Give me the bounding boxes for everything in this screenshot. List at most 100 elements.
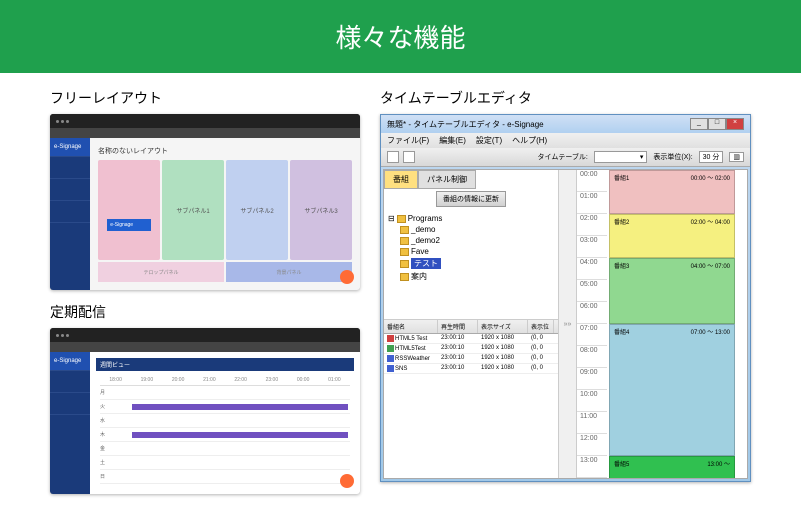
table-row[interactable]: HTML5Test23:00:101920 x 1080(0, 0: [384, 344, 558, 354]
hour-label: 01:00: [319, 375, 350, 385]
sidebar-item[interactable]: [50, 157, 90, 179]
timeline-block[interactable]: 番組100:00 ～ 02:00: [609, 170, 735, 214]
toolbar: タイムテーブル: ▾ 表示単位(X): 30 分 ▥: [381, 148, 750, 167]
layout-editor: 名称のないレイアウト e-Signage サブパネル1 サブパネル2 サブパネル…: [90, 138, 360, 290]
time-label: 06:00: [577, 302, 607, 324]
hour-label: 19:00: [131, 375, 162, 385]
window-title: 無題* - タイムテーブルエディタ - e-Signage: [387, 119, 544, 130]
calendar-row[interactable]: 火: [100, 400, 350, 414]
view-toggle[interactable]: ▥: [729, 152, 744, 162]
content: フリーレイアウト e-Signage 名称のないレイアウト e-Signa: [0, 73, 801, 521]
layout-region-bg[interactable]: 背景パネル: [226, 262, 352, 282]
sidebar-item[interactable]: [50, 201, 90, 223]
window-controls: _ □ ×: [690, 118, 744, 130]
layout-canvas[interactable]: e-Signage サブパネル1 サブパネル2 サブパネル3: [98, 160, 352, 260]
tab-program[interactable]: 番組: [384, 170, 418, 189]
tree-item[interactable]: 案内: [388, 270, 554, 283]
browser-chrome: [50, 328, 360, 342]
hour-label: 22:00: [225, 375, 256, 385]
sidebar-logo[interactable]: e-Signage: [50, 138, 90, 157]
timetable-editor-window: 無題* - タイムテーブルエディタ - e-Signage _ □ × ファイル…: [380, 114, 751, 482]
sidebar-item[interactable]: [50, 393, 90, 415]
sidebar-item[interactable]: [50, 179, 90, 201]
menu-item[interactable]: 編集(E): [439, 135, 466, 146]
hour-label: 20:00: [163, 375, 194, 385]
calendar-row[interactable]: 土: [100, 456, 350, 470]
time-axis: 00:0001:0002:0003:0004:0005:0006:0007:00…: [577, 170, 607, 478]
sidebar-item[interactable]: [50, 371, 90, 393]
layout-region-main[interactable]: e-Signage: [98, 160, 160, 260]
tree-item[interactable]: _demo: [388, 224, 554, 235]
transfer-button[interactable]: »»: [564, 321, 572, 328]
hour-label: 18:00: [100, 375, 131, 385]
section-title-timetable: タイムテーブルエディタ: [380, 88, 751, 108]
timeline-block[interactable]: 番組407:00 ～ 13:00: [609, 324, 735, 456]
new-icon[interactable]: [387, 151, 399, 163]
menubar: ファイル(F) 編集(E) 設定(T) ヘルプ(H): [381, 133, 750, 148]
time-label: 04:00: [577, 258, 607, 280]
layout-region[interactable]: サブパネル3: [290, 160, 352, 260]
program-track[interactable]: 番組100:00 ～ 02:00番組202:00 ～ 04:00番組304:00…: [607, 170, 747, 478]
th-name[interactable]: 番組名: [384, 320, 438, 333]
timeline-block[interactable]: 番組513:00 ～: [609, 456, 735, 478]
table-row[interactable]: HTML5 Test23:00:101920 x 1080(0, 0: [384, 334, 558, 344]
add-button[interactable]: [340, 270, 354, 284]
timeline-block[interactable]: 番組304:00 ～ 07:00: [609, 258, 735, 324]
sidebar: e-Signage: [50, 352, 90, 494]
time-label: 10:00: [577, 390, 607, 412]
calendar-row[interactable]: 金: [100, 442, 350, 456]
layout-region[interactable]: サブパネル1: [162, 160, 224, 260]
calendar-row[interactable]: 水: [100, 414, 350, 428]
add-button[interactable]: [340, 474, 354, 488]
refresh-button[interactable]: 番組の情報に更新: [436, 191, 506, 207]
tabs: 番組 パネル制御: [384, 170, 558, 189]
calendar-row[interactable]: 月: [100, 386, 350, 400]
scheduled-screenshot: e-Signage 週間ビュー 18:0019:0020:0021:0022:0…: [50, 328, 360, 494]
th-pos[interactable]: 表示位: [528, 320, 554, 333]
th-size[interactable]: 表示サイズ: [478, 320, 528, 333]
calendar-row[interactable]: 木: [100, 428, 350, 442]
menu-item[interactable]: ヘルプ(H): [512, 135, 547, 146]
layout-region[interactable]: サブパネル2: [226, 160, 288, 260]
maximize-button[interactable]: □: [708, 118, 726, 130]
section-title-scheduled: 定期配信: [50, 302, 360, 322]
menu-item[interactable]: ファイル(F): [387, 135, 429, 146]
timeline-block[interactable]: 番組202:00 ～ 04:00: [609, 214, 735, 258]
schedule-bar[interactable]: [132, 432, 348, 438]
tree-item[interactable]: _demo2: [388, 235, 554, 246]
time-label: 12:00: [577, 434, 607, 456]
minimize-button[interactable]: _: [690, 118, 708, 130]
save-icon[interactable]: [403, 151, 415, 163]
region-content[interactable]: e-Signage: [107, 219, 150, 231]
timetable-select[interactable]: ▾: [594, 151, 648, 163]
calendar-row[interactable]: 日: [100, 470, 350, 484]
hour-label: 00:00: [288, 375, 319, 385]
tree-item[interactable]: Fave: [388, 246, 554, 257]
table-header: 番組名 再生時間 表示サイズ 表示位: [384, 320, 558, 334]
time-label: 00:00: [577, 170, 607, 192]
time-label: 13:00: [577, 456, 607, 478]
window-titlebar[interactable]: 無題* - タイムテーブルエディタ - e-Signage _ □ ×: [381, 115, 750, 133]
timeline: 00:0001:0002:0003:0004:0005:0006:0007:00…: [577, 170, 747, 478]
hour-label: 21:00: [194, 375, 225, 385]
menu-item[interactable]: 設定(T): [476, 135, 502, 146]
tree-item[interactable]: テスト: [388, 257, 554, 270]
tree-root[interactable]: ⊟ Programs: [388, 213, 554, 224]
left-panel: 番組 パネル制御 番組の情報に更新 ⊟ Programs _demo_demo2…: [384, 170, 559, 478]
sidebar-logo[interactable]: e-Signage: [50, 352, 90, 371]
view-title: 週間ビュー: [96, 358, 354, 371]
time-label: 01:00: [577, 192, 607, 214]
layout-region-ticker[interactable]: テロップパネル: [98, 262, 224, 282]
unit-select[interactable]: 30 分: [699, 151, 724, 163]
table-row[interactable]: SNS23:00:101920 x 1080(0, 0: [384, 364, 558, 374]
time-label: 03:00: [577, 236, 607, 258]
tree-view[interactable]: ⊟ Programs _demo_demo2Faveテスト案内: [384, 209, 558, 319]
editor-body: 番組 パネル制御 番組の情報に更新 ⊟ Programs _demo_demo2…: [383, 169, 748, 479]
schedule-bar[interactable]: [132, 404, 348, 410]
browser-chrome: [50, 114, 360, 128]
layout-name: 名称のないレイアウト: [98, 146, 352, 156]
close-button[interactable]: ×: [726, 118, 744, 130]
table-row[interactable]: RSSWeather23:00:101920 x 1080(0, 0: [384, 354, 558, 364]
th-time[interactable]: 再生時間: [438, 320, 478, 333]
tab-panel[interactable]: パネル制御: [418, 170, 476, 189]
